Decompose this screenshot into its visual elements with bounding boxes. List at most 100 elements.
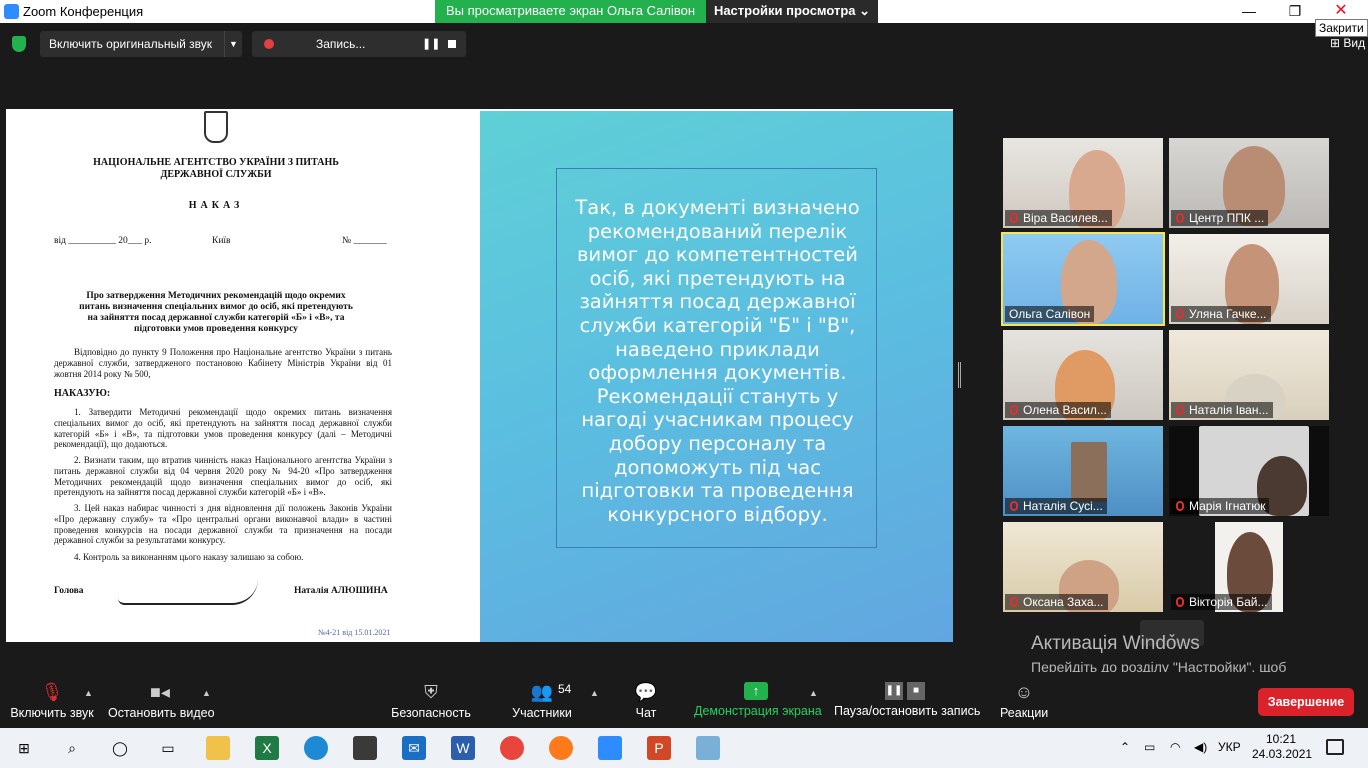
muted-mic-icon bbox=[1176, 213, 1184, 223]
end-meeting-button[interactable]: Завершение bbox=[1258, 688, 1354, 716]
edge-icon[interactable] bbox=[304, 736, 328, 760]
zoom-icon[interactable] bbox=[598, 736, 622, 760]
chevron-down-icon[interactable]: ▼ bbox=[224, 31, 242, 57]
notification-center-icon[interactable] bbox=[1326, 739, 1344, 755]
stop-video-button[interactable]: ■◂ Остановить видео bbox=[108, 672, 215, 720]
view-settings-label: Настройки просмотра bbox=[713, 3, 856, 18]
share-banner: Вы просматриваете экран Ольга Салівон bbox=[435, 0, 706, 23]
windows-start-icon[interactable]: ⊞ bbox=[12, 736, 36, 760]
minimize-button[interactable]: — bbox=[1226, 0, 1272, 23]
clock-date: 24.03.2021 bbox=[1252, 747, 1313, 761]
maximize-button[interactable]: ❐ bbox=[1272, 0, 1318, 23]
record-dot-icon bbox=[264, 39, 274, 49]
unmute-label: Включить звук bbox=[10, 706, 94, 720]
resize-handle[interactable] bbox=[958, 362, 961, 388]
battery-icon[interactable]: ▭ bbox=[1144, 740, 1155, 754]
pause-icon[interactable]: ❚❚ bbox=[885, 682, 903, 700]
reactions-button[interactable]: ☺ Реакции bbox=[1000, 672, 1048, 720]
excel-icon[interactable]: X bbox=[255, 736, 279, 760]
muted-mic-icon bbox=[1176, 309, 1184, 319]
participant-tile[interactable]: Віра Василев... bbox=[1003, 138, 1163, 228]
stop-icon[interactable]: ■ bbox=[907, 682, 925, 700]
video-options-caret-icon[interactable]: ▲ bbox=[202, 688, 211, 698]
shared-screen: НАЦІОНАЛЬНЕ АГЕНТСТВО УКРАЇНИ З ПИТАНЬ Д… bbox=[6, 109, 953, 642]
windows-taskbar: ⊞ ⌕ ◯ ▭ X ✉ W P ⌃ ▭ ◠ ◀) УКР 10:21 24.03… bbox=[0, 728, 1368, 768]
unmute-button[interactable]: 🎙 Включить звук bbox=[8, 672, 96, 720]
doc-date-field: від __________ 20___ р. bbox=[54, 236, 152, 246]
muted-mic-icon bbox=[1010, 213, 1018, 223]
participant-name: Наталія Іван... bbox=[1171, 402, 1273, 418]
participants-count: 54 bbox=[558, 682, 572, 696]
muted-mic-icon bbox=[1176, 597, 1184, 607]
grid-icon: ⊞ bbox=[1330, 36, 1341, 50]
participants-button[interactable]: 👥 Участники bbox=[510, 672, 574, 720]
view-settings-button[interactable]: Настройки просмотра ⌄ bbox=[706, 0, 878, 23]
muted-mic-icon bbox=[1176, 405, 1184, 415]
encryption-shield-icon[interactable] bbox=[12, 36, 26, 52]
title-bar: Zoom Конференция Вы просматриваете экран… bbox=[0, 0, 1368, 23]
view-button[interactable]: ⊞ Вид bbox=[1330, 36, 1365, 50]
original-sound-button[interactable]: Включить оригинальный звук ▼ bbox=[40, 31, 242, 57]
volume-icon[interactable]: ◀) bbox=[1194, 740, 1207, 754]
file-explorer-icon[interactable] bbox=[206, 736, 230, 760]
signature-image bbox=[118, 579, 258, 605]
pause-stop-recording-button[interactable]: ❚❚ ■ Пауза/остановить запись bbox=[834, 672, 981, 718]
participant-tile[interactable]: Наталія Іван... bbox=[1169, 330, 1329, 420]
cortana-icon[interactable]: ◯ bbox=[108, 736, 132, 760]
powerpoint-icon[interactable]: P bbox=[647, 736, 671, 760]
chrome-icon[interactable] bbox=[500, 736, 524, 760]
security-button[interactable]: ⛨ Безопасность bbox=[390, 672, 472, 720]
doc-city: Київ bbox=[212, 236, 231, 246]
participant-tile[interactable]: Олена Васил... bbox=[1003, 330, 1163, 420]
window-title: Zoom Конференция bbox=[23, 4, 144, 19]
participant-tile[interactable]: Центр ППК ... bbox=[1169, 138, 1329, 228]
share-options-caret-icon[interactable]: ▲ bbox=[809, 688, 818, 698]
activation-watermark-title: Активація Windows bbox=[1031, 633, 1200, 654]
audio-options-caret-icon[interactable]: ▲ bbox=[84, 688, 93, 698]
presentation-slide: Так, в документі визначено рекомендовани… bbox=[480, 111, 953, 642]
participant-name: Вікторія Бай... bbox=[1171, 594, 1272, 610]
chat-bubble-icon: 💬 bbox=[634, 682, 658, 702]
participant-name: Марія Ігнатюк bbox=[1171, 498, 1270, 514]
participant-tile[interactable]: Уляна Гачке... bbox=[1169, 234, 1329, 324]
doc-order-word: НАКАЗУЮ: bbox=[54, 388, 111, 399]
wifi-icon[interactable]: ◠ bbox=[1170, 740, 1180, 754]
pause-record-label: Пауза/остановить запись bbox=[834, 704, 981, 718]
word-icon[interactable]: W bbox=[451, 736, 475, 760]
pause-icon[interactable]: ❚❚ bbox=[422, 31, 440, 57]
language-indicator[interactable]: УКР bbox=[1218, 740, 1241, 754]
coat-of-arms-icon bbox=[204, 111, 228, 143]
firefox-icon[interactable] bbox=[549, 736, 573, 760]
participants-options-caret-icon[interactable]: ▲ bbox=[590, 688, 599, 698]
participant-name: Уляна Гачке... bbox=[1171, 306, 1271, 322]
muted-mic-icon bbox=[1176, 501, 1184, 511]
stop-icon[interactable] bbox=[448, 40, 456, 48]
stop-video-label: Остановить видео bbox=[108, 706, 215, 720]
participant-tile[interactable]: Наталія Сусі... bbox=[1003, 426, 1163, 516]
chat-button[interactable]: 💬 Чат bbox=[626, 672, 666, 720]
mail-icon[interactable]: ✉ bbox=[402, 736, 426, 760]
view-label: Вид bbox=[1343, 36, 1366, 50]
recording-indicator: Запись... ❚❚ bbox=[252, 31, 466, 57]
paint-icon[interactable] bbox=[696, 736, 720, 760]
participant-name: Оксана Заха... bbox=[1005, 594, 1108, 610]
participant-tile[interactable]: Вікторія Бай... bbox=[1169, 522, 1329, 612]
task-view-icon[interactable]: ▭ bbox=[156, 736, 180, 760]
participant-tile-active-speaker[interactable]: Ольга Салівон bbox=[1001, 232, 1165, 326]
doc-head-title: Голова bbox=[54, 586, 84, 596]
doc-agency: НАЦІОНАЛЬНЕ АГЕНТСТВО УКРАЇНИ З ПИТАНЬ Д… bbox=[93, 157, 339, 180]
search-icon[interactable]: ⌕ bbox=[60, 736, 84, 760]
shield-icon: ⛨ bbox=[424, 682, 438, 702]
participant-tile[interactable]: Марія Ігнатюк bbox=[1169, 426, 1329, 516]
chevron-down-icon: ⌄ bbox=[859, 3, 871, 18]
recording-label: Запись... bbox=[316, 37, 366, 51]
participant-name: Центр ППК ... bbox=[1171, 210, 1269, 226]
video-camera-icon: ■◂ bbox=[150, 682, 170, 702]
muted-mic-icon bbox=[1010, 405, 1018, 415]
store-icon[interactable] bbox=[353, 736, 377, 760]
participant-name: Ольга Салівон bbox=[1005, 306, 1095, 322]
taskbar-clock[interactable]: 10:21 24.03.2021 bbox=[1252, 732, 1313, 762]
participant-tile[interactable]: Оксана Заха... bbox=[1003, 522, 1163, 612]
share-screen-button[interactable]: ↑ Демонстрация экрана bbox=[694, 672, 822, 718]
chevron-up-icon[interactable]: ⌃ bbox=[1120, 740, 1130, 754]
